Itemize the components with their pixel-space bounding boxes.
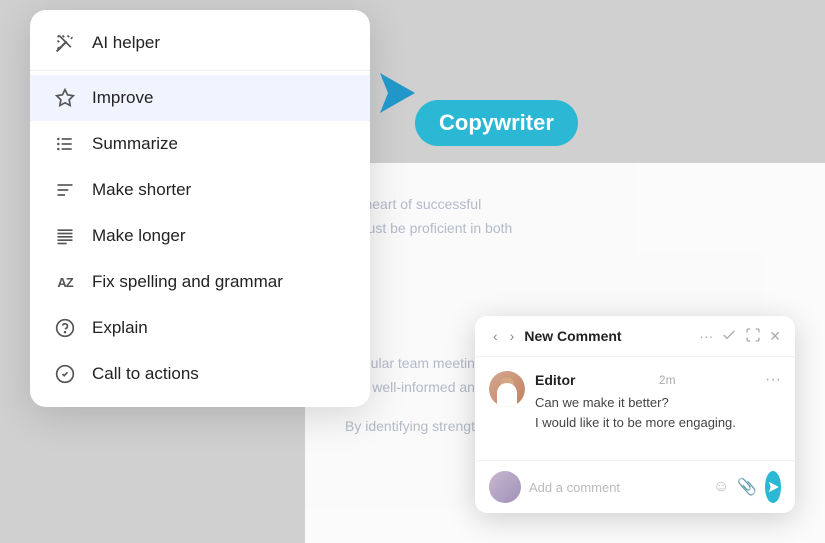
emoji-icon[interactable]: ☺ [713,478,729,496]
improve-label: Improve [92,88,153,108]
make-longer-label: Make longer [92,226,186,246]
doc-para-1: he heart of successfuls must be proficie… [345,193,785,336]
question-icon [54,317,76,339]
list-bullet-icon [54,133,76,155]
avatar-figure [497,383,517,407]
menu-divider-1 [30,70,370,71]
call-to-actions-label: Call to actions [92,364,199,384]
comment-input-area: ☺ 📎 [475,460,795,513]
comment-navigation: ‹ › [489,326,518,346]
avatar [489,371,525,407]
explain-label: Explain [92,318,148,338]
comment-entry: Editor 2m ··· Can we make it better?I wo… [489,371,781,432]
ai-menu-dropdown: AI helper Improve Summarize [30,10,370,407]
comment-panel: ‹ › New Comment ··· ✕ [475,316,795,513]
comment-meta: Editor 2m ··· Can we make it better?I wo… [535,371,781,432]
fix-spelling-label: Fix spelling and grammar [92,272,283,292]
comment-time: 2m [659,373,676,387]
copywriter-badge: Copywriter [415,100,578,146]
menu-item-summarize[interactable]: Summarize [30,121,370,167]
menu-item-improve[interactable]: Improve [30,75,370,121]
comment-input[interactable] [529,480,705,495]
comment-header-actions: ··· ✕ [699,327,781,346]
lines-dense-icon [54,225,76,247]
make-shorter-label: Make shorter [92,180,191,200]
az-icon: AZ [54,271,76,293]
reply-avatar [489,471,521,503]
comment-body: Editor 2m ··· Can we make it better?I wo… [475,357,795,460]
check-icon[interactable] [721,327,737,346]
comment-input-icons: ☺ 📎 [713,477,757,497]
send-button[interactable] [765,471,781,503]
comment-text: Can we make it better?I would like it to… [535,393,781,432]
menu-item-make-longer[interactable]: Make longer [30,213,370,259]
comment-panel-header: ‹ › New Comment ··· ✕ [475,316,795,357]
menu-item-call-to-actions[interactable]: Call to actions [30,351,370,397]
star-icon [54,87,76,109]
avatar-image [489,371,525,407]
close-icon[interactable]: ✕ [769,328,781,345]
lines-icon [54,179,76,201]
summarize-label: Summarize [92,134,178,154]
more-options-icon[interactable]: ··· [699,328,713,344]
menu-item-ai-helper[interactable]: AI helper [30,20,370,66]
next-comment-button[interactable]: › [506,326,519,346]
check-circle-icon [54,363,76,385]
attachment-icon[interactable]: 📎 [737,477,757,497]
comment-author: Editor [535,372,575,388]
comment-panel-title: New Comment [524,328,699,344]
menu-item-explain[interactable]: Explain [30,305,370,351]
menu-item-fix-spelling[interactable]: AZ Fix spelling and grammar [30,259,370,305]
copywriter-label: Copywriter [439,110,554,135]
menu-item-make-shorter[interactable]: Make shorter [30,167,370,213]
prev-comment-button[interactable]: ‹ [489,326,502,346]
ai-helper-label: AI helper [92,33,160,53]
comment-author-row: Editor 2m ··· [535,371,781,389]
wand-icon [54,32,76,54]
expand-icon[interactable] [745,327,761,346]
comment-more-icon[interactable]: ··· [765,371,781,389]
